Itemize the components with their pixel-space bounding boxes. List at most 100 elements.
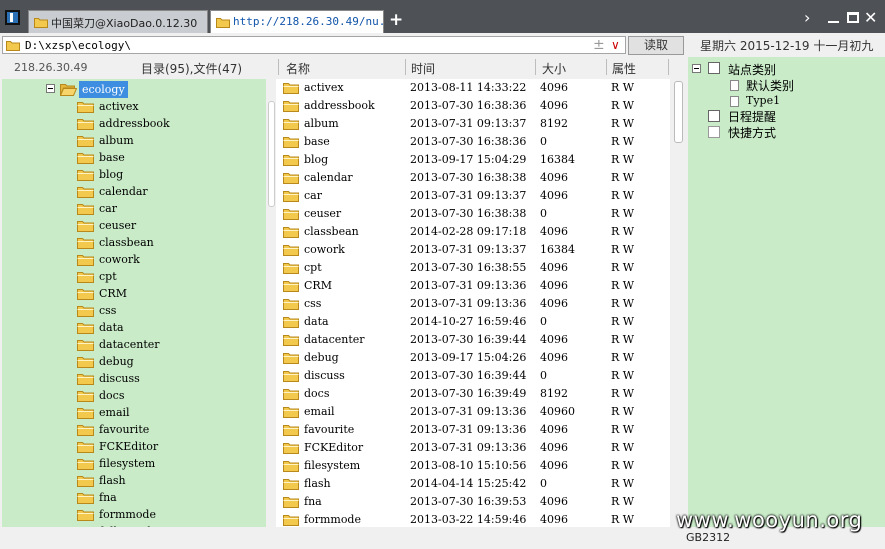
file-row[interactable]: classbean 2014-02-28 09:17:18 4096 R W bbox=[276, 223, 670, 241]
file-size: 4096 bbox=[540, 261, 568, 274]
file-name: CRM bbox=[304, 279, 332, 292]
read-button[interactable]: 读取 bbox=[628, 36, 684, 55]
file-name: cowork bbox=[304, 243, 345, 256]
file-size: 0 bbox=[540, 315, 547, 328]
file-row[interactable]: FCKEditor 2013-07-31 09:13:36 4096 R W bbox=[276, 439, 670, 457]
file-row[interactable]: css 2013-07-31 09:13:36 4096 R W bbox=[276, 295, 670, 313]
file-row[interactable]: formmode 2013-03-22 14:59:46 4096 R W bbox=[276, 511, 670, 527]
tree-node-label: fna bbox=[99, 491, 117, 504]
folder-icon bbox=[77, 440, 94, 456]
file-row[interactable]: data 2014-10-27 16:59:46 0 R W bbox=[276, 313, 670, 331]
file-row[interactable]: car 2013-07-31 09:13:37 4096 R W bbox=[276, 187, 670, 205]
file-time: 2013-07-31 09:13:36 bbox=[410, 423, 527, 436]
file-row[interactable]: activex 2013-08-11 14:33:22 4096 R W bbox=[276, 79, 670, 97]
file-row[interactable]: blog 2013-09-17 15:04:29 16384 R W bbox=[276, 151, 670, 169]
folder-icon bbox=[283, 226, 299, 241]
tree-scroll-thumb[interactable] bbox=[268, 101, 275, 207]
collapse-icon[interactable] bbox=[692, 64, 701, 73]
tab-label: http://218.26.30.49/nu... bbox=[233, 15, 383, 28]
file-list-scroll-thumb[interactable] bbox=[674, 81, 683, 143]
column-divider bbox=[405, 59, 406, 75]
file-row[interactable]: base 2013-07-30 16:38:36 0 R W bbox=[276, 133, 670, 151]
tab-xiaodao[interactable]: 中国菜刀@XiaoDao.0.12.30 bbox=[28, 10, 208, 33]
file-attr: R W bbox=[611, 261, 635, 274]
tab-remote-site[interactable]: http://218.26.30.49/nu... bbox=[210, 10, 384, 33]
file-time: 2013-07-30 16:39:53 bbox=[410, 495, 527, 508]
file-list-scrollbar[interactable] bbox=[670, 79, 686, 527]
new-tab-button[interactable]: + bbox=[389, 10, 403, 30]
folder-icon bbox=[77, 474, 94, 490]
tree-scrollbar[interactable] bbox=[266, 79, 276, 527]
file-time: 2013-03-22 14:59:46 bbox=[410, 513, 527, 526]
folder-icon bbox=[34, 16, 48, 31]
folder-icon bbox=[283, 118, 299, 133]
folder-icon bbox=[283, 208, 299, 223]
file-name: flash bbox=[304, 477, 331, 490]
column-header-time[interactable]: 时间 bbox=[411, 60, 435, 77]
folder-icon bbox=[283, 388, 299, 403]
folder-icon bbox=[77, 236, 94, 252]
file-row[interactable]: flash 2014-04-14 15:25:42 0 R W bbox=[276, 475, 670, 493]
file-row[interactable]: calendar 2013-07-30 16:38:38 4096 R W bbox=[276, 169, 670, 187]
file-row[interactable]: datacenter 2013-07-30 16:39:44 4096 R W bbox=[276, 331, 670, 349]
file-row[interactable]: filesystem 2013-08-10 15:10:56 4096 R W bbox=[276, 457, 670, 475]
category-icon bbox=[708, 62, 720, 74]
chevron-down-icon[interactable]: ∨ bbox=[611, 37, 620, 53]
file-row[interactable]: favourite 2013-07-31 09:13:36 4096 R W bbox=[276, 421, 670, 439]
file-row[interactable]: discuss 2013-07-30 16:39:44 0 R W bbox=[276, 367, 670, 385]
column-divider bbox=[278, 59, 279, 75]
file-name: cpt bbox=[304, 261, 322, 274]
collapse-icon[interactable] bbox=[46, 84, 55, 93]
file-size: 0 bbox=[540, 477, 547, 490]
file-time: 2013-07-30 16:39:49 bbox=[410, 387, 527, 400]
file-name: discuss bbox=[304, 369, 345, 382]
file-time: 2013-09-17 15:04:26 bbox=[410, 351, 527, 364]
column-header-name[interactable]: 名称 bbox=[286, 60, 310, 77]
file-row[interactable]: fna 2013-07-30 16:39:53 4096 R W bbox=[276, 493, 670, 511]
file-row[interactable]: docs 2013-07-30 16:39:49 8192 R W bbox=[276, 385, 670, 403]
file-row[interactable]: debug 2013-09-17 15:04:26 4096 R W bbox=[276, 349, 670, 367]
file-attr: R W bbox=[611, 405, 635, 418]
folder-icon bbox=[77, 151, 94, 167]
app-icon[interactable] bbox=[5, 10, 20, 25]
file-row[interactable]: email 2013-07-31 09:13:36 40960 R W bbox=[276, 403, 670, 421]
folder-icon bbox=[283, 334, 299, 349]
file-row[interactable]: cowork 2013-07-31 09:13:37 16384 R W bbox=[276, 241, 670, 259]
folder-icon bbox=[283, 244, 299, 259]
file-attr: R W bbox=[611, 315, 635, 328]
file-row[interactable]: cpt 2013-07-30 16:38:55 4096 R W bbox=[276, 259, 670, 277]
encoding-indicator[interactable]: GB2312 bbox=[686, 531, 730, 544]
path-input[interactable] bbox=[25, 37, 585, 53]
site-category-label: 站点类别 bbox=[728, 63, 777, 77]
file-time: 2013-07-31 09:13:36 bbox=[410, 441, 527, 454]
file-attr: R W bbox=[611, 225, 635, 238]
file-attr: R W bbox=[611, 513, 635, 526]
file-name: classbean bbox=[304, 225, 359, 238]
maximize-icon[interactable] bbox=[845, 11, 861, 25]
folder-icon bbox=[283, 442, 299, 457]
file-time: 2013-08-11 14:33:22 bbox=[410, 81, 527, 94]
file-row[interactable]: ceuser 2013-07-30 16:38:38 0 R W bbox=[276, 205, 670, 223]
watermark: www.wooyun.org bbox=[676, 508, 863, 532]
schedule-label: 日程提醒 bbox=[728, 110, 777, 124]
file-attr: R W bbox=[611, 243, 635, 256]
file-row[interactable]: album 2013-07-31 09:13:37 8192 R W bbox=[276, 115, 670, 133]
file-size: 4096 bbox=[540, 351, 568, 364]
file-attr: R W bbox=[611, 135, 635, 148]
folder-icon bbox=[283, 370, 299, 385]
chevron-right-icon[interactable]: › bbox=[804, 10, 820, 26]
server-ip: 218.26.30.49 bbox=[14, 61, 88, 74]
close-icon[interactable]: ✕ bbox=[864, 10, 880, 26]
tree-node-label: css bbox=[99, 304, 117, 317]
tab-label: 中国菜刀@XiaoDao.0.12.30 bbox=[51, 17, 198, 30]
column-header-size[interactable]: 大小 bbox=[542, 60, 566, 77]
column-header-attr[interactable]: 属性 bbox=[612, 60, 636, 77]
file-row[interactable]: addressbook 2013-07-30 16:38:36 4096 R W bbox=[276, 97, 670, 115]
minimize-icon[interactable] bbox=[826, 11, 842, 25]
tree-node-label: formmode bbox=[99, 508, 156, 521]
file-row[interactable]: CRM 2013-07-31 09:13:36 4096 R W bbox=[276, 277, 670, 295]
bookmark-toggle-icon[interactable]: ± bbox=[593, 37, 605, 53]
tree-node-label: debug bbox=[99, 355, 134, 368]
tree-node-label: addressbook bbox=[99, 117, 170, 130]
folder-icon bbox=[77, 491, 94, 507]
